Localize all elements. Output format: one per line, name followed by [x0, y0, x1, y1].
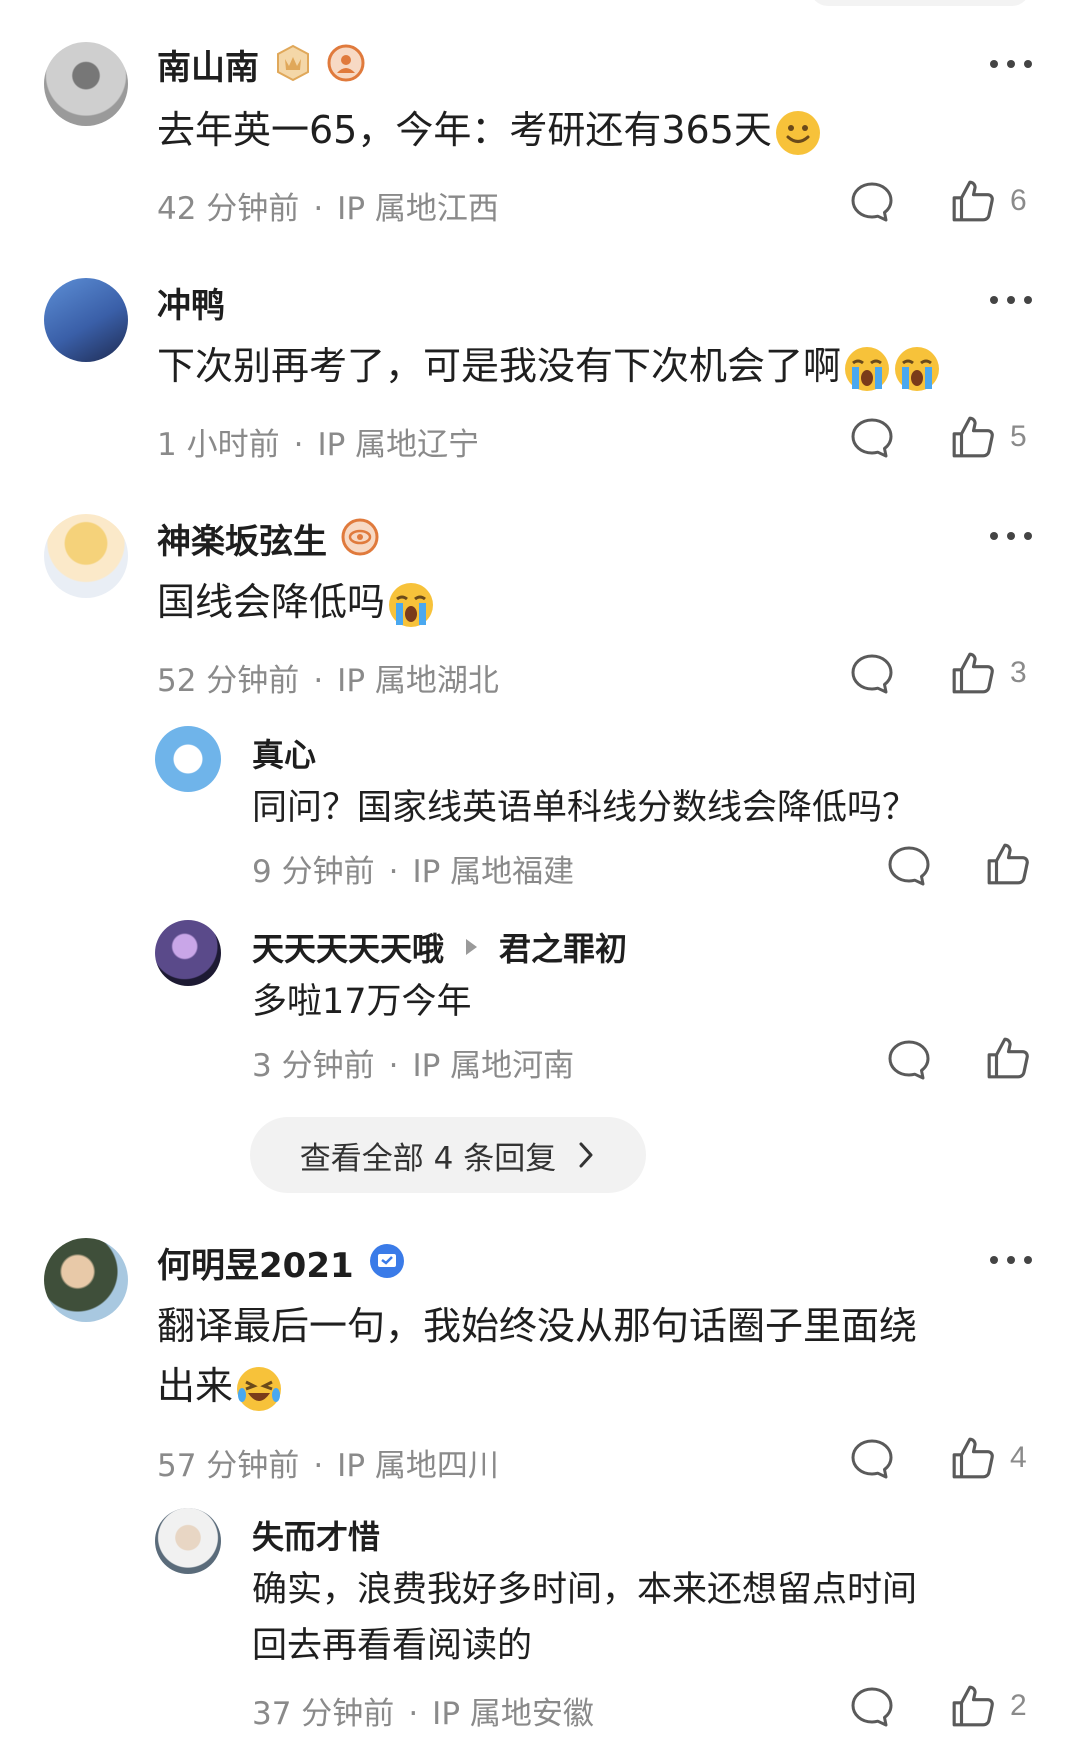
like-icon [985, 1035, 1031, 1081]
like-count: 3 [1010, 656, 1027, 689]
ip-location: IP 属地安徽 [432, 1696, 594, 1732]
avatar[interactable] [155, 726, 221, 792]
reply-button[interactable] [850, 180, 894, 224]
chevron-right-icon [576, 1140, 596, 1170]
reply-icon [887, 1038, 931, 1082]
reply-meta: 37 分钟前 · IP 属地安徽 [252, 1696, 594, 1732]
comment-text: 国线会降低吗 [157, 572, 435, 632]
username[interactable]: 失而才惜 [252, 1512, 380, 1558]
comment-text: 去年英一65，今年：考研还有365天 [157, 100, 822, 160]
like-button[interactable] [985, 1035, 1031, 1081]
comment-meta: 57 分钟前 · IP 属地四川 [157, 1448, 499, 1484]
user-badge-icon [327, 44, 365, 86]
like-icon [985, 841, 1031, 887]
reply-button[interactable] [887, 844, 931, 888]
view-all-replies-button[interactable]: 查看全部 4 条回复 [250, 1117, 646, 1193]
timestamp: 42 分钟前 [157, 191, 300, 227]
more-options-button[interactable] [990, 296, 1032, 304]
username[interactable]: 冲鸭 [157, 278, 225, 327]
comments-page: 南山南 去年英一65，今年：考研还有365天 42 分钟前 · IP 属地江西 6 … [0, 0, 1080, 1740]
username[interactable]: 神楽坂弦生 [157, 514, 327, 563]
like-icon [950, 1435, 996, 1481]
verified-badge-icon [368, 1242, 406, 1284]
reply-icon [850, 1437, 894, 1481]
timestamp: 57 分钟前 [157, 1448, 300, 1484]
reply-meta: 9 分钟前 · IP 属地福建 [252, 854, 575, 890]
reply-to-username[interactable]: 君之罪初 [499, 924, 627, 970]
reply-icon [850, 416, 894, 460]
laugh-cry-emoji-icon [235, 1365, 283, 1413]
reply-text: 多啦17万今年 [252, 982, 472, 1022]
ip-location: IP 属地湖北 [337, 663, 499, 699]
username[interactable]: 天天天天天哦 [252, 924, 444, 970]
level-badge-icon [273, 43, 313, 87]
ip-location: IP 属地辽宁 [317, 427, 480, 463]
reply-text-line-1: 确实，浪费我好多时间，本来还想留点时间 [252, 1570, 918, 1610]
avatar[interactable] [44, 514, 128, 598]
reply-button[interactable] [887, 1038, 931, 1082]
like-count: 2 [1010, 1689, 1027, 1722]
like-button[interactable] [985, 841, 1031, 887]
like-icon [950, 650, 996, 696]
comment-text: 下次别再考了，可是我没有下次机会了啊 [157, 336, 941, 396]
more-options-button[interactable] [990, 1256, 1032, 1264]
more-options-button[interactable] [990, 532, 1032, 540]
ip-location: IP 属地福建 [412, 854, 575, 890]
like-icon [950, 178, 996, 224]
timestamp: 1 小时前 [157, 427, 280, 463]
avatar[interactable] [44, 1238, 128, 1322]
crying-emoji-icon [387, 581, 435, 629]
comment-text-line-2: 出来 [157, 1356, 283, 1416]
avatar[interactable] [155, 1508, 221, 1574]
username[interactable]: 真心 [252, 730, 316, 776]
reply-icon [850, 652, 894, 696]
reply-button[interactable] [850, 1685, 894, 1729]
reply-button[interactable] [850, 652, 894, 696]
crying-emoji-icon [893, 345, 941, 393]
like-button[interactable]: 2 [950, 1683, 1027, 1729]
reply-meta: 3 分钟前 · IP 属地河南 [252, 1048, 575, 1084]
reply-icon [850, 180, 894, 224]
like-count: 4 [1010, 1441, 1027, 1474]
like-button[interactable]: 6 [950, 178, 1027, 224]
comment-meta: 52 分钟前 · IP 属地湖北 [157, 663, 499, 699]
username[interactable]: 南山南 [157, 40, 259, 89]
like-count: 6 [1010, 184, 1027, 217]
avatar[interactable] [44, 278, 128, 362]
avatar[interactable] [155, 920, 221, 986]
timestamp: 3 分钟前 [252, 1048, 375, 1084]
comment-text-line-1: 翻译最后一句，我始终没从那句话圈子里面绕 [157, 1304, 918, 1348]
timestamp: 52 分钟前 [157, 663, 300, 699]
view-all-label: 查看全部 4 条回复 [299, 1140, 557, 1177]
ip-location: IP 属地四川 [337, 1448, 499, 1484]
timestamp: 37 分钟前 [252, 1696, 395, 1732]
avatar[interactable] [44, 42, 128, 126]
reply-button[interactable] [850, 1437, 894, 1481]
ip-location: IP 属地河南 [412, 1048, 575, 1084]
reply-text: 同问？国家线英语单科线分数线会降低吗？ [252, 788, 918, 828]
reply-icon [850, 1685, 894, 1729]
like-button[interactable]: 5 [950, 414, 1027, 460]
more-options-button[interactable] [990, 60, 1032, 68]
like-count: 5 [1010, 420, 1027, 453]
comment-meta: 1 小时前 · IP 属地辽宁 [157, 427, 480, 463]
reply-text-line-2: 回去再看看阅读的 [252, 1626, 533, 1666]
like-button[interactable]: 3 [950, 650, 1027, 696]
like-button[interactable]: 4 [950, 1435, 1027, 1481]
reply-button[interactable] [850, 416, 894, 460]
reply-arrow-icon [466, 939, 478, 955]
like-icon [950, 414, 996, 460]
like-icon [950, 1683, 996, 1729]
reply-icon [887, 844, 931, 888]
ip-location: IP 属地江西 [337, 191, 499, 227]
smile-emoji-icon [774, 109, 822, 157]
username[interactable]: 何明昱2021 [157, 1238, 354, 1287]
top-pill [810, 0, 1030, 6]
user-badge-icon [341, 518, 379, 560]
comment-meta: 42 分钟前 · IP 属地江西 [157, 191, 499, 227]
timestamp: 9 分钟前 [252, 854, 375, 890]
crying-emoji-icon [843, 345, 891, 393]
